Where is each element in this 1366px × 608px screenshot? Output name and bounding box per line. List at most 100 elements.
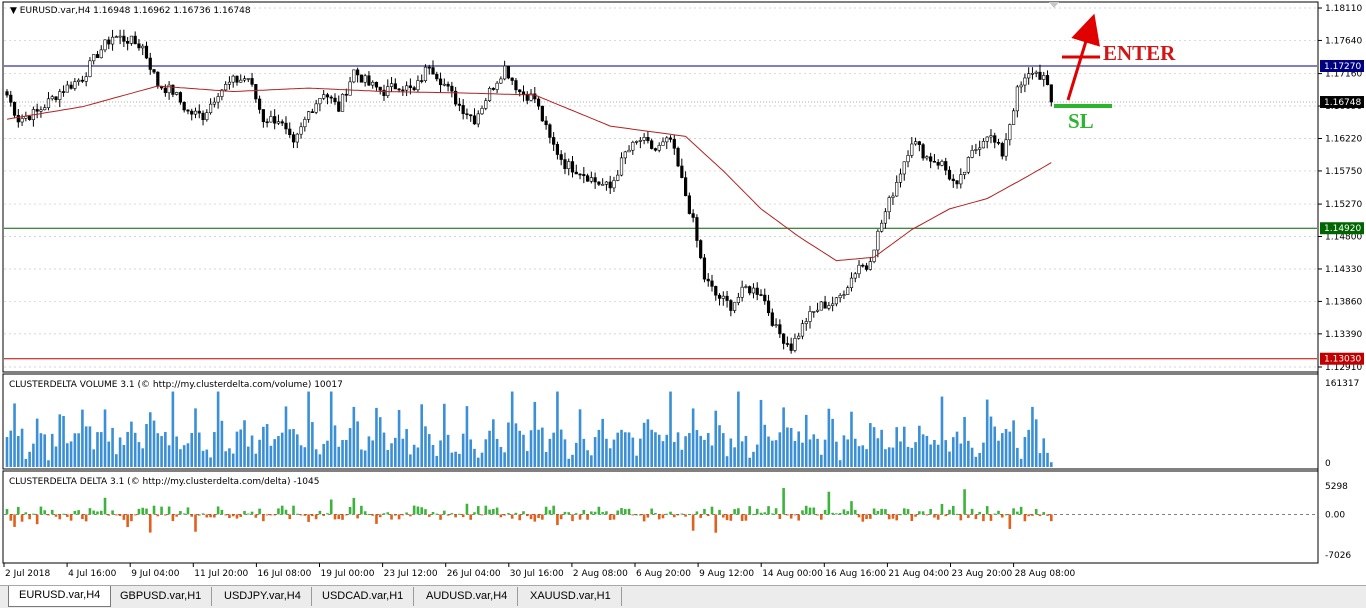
- delta-bar: [525, 514, 529, 517]
- delta-bar: [307, 514, 310, 522]
- delta-bar: [959, 514, 963, 521]
- candle-body: [389, 83, 394, 87]
- volume-bar: [360, 449, 363, 467]
- volume-bar: [450, 452, 454, 467]
- delta-bar: [887, 514, 891, 520]
- volume-bar: [623, 432, 627, 467]
- volume-bar: [1027, 429, 1030, 467]
- candle-body: [12, 102, 17, 116]
- volume-bar: [175, 436, 178, 467]
- delta-bar: [944, 514, 948, 517]
- delta-bar: [695, 511, 699, 515]
- delta-bar: [627, 508, 631, 515]
- delta-bar: [661, 514, 665, 519]
- delta-bar: [182, 513, 186, 515]
- delta-bar: [985, 506, 989, 515]
- candle-body: [714, 286, 718, 296]
- volume-bar: [574, 442, 578, 467]
- delta-bar: [9, 514, 13, 521]
- delta-bar: [292, 505, 295, 515]
- volume-bar: [691, 408, 695, 467]
- tab-usdcad[interactable]: USDCAD.var,H1: [312, 587, 415, 606]
- tab-gbpusd[interactable]: GBPUSD.var,H1: [110, 587, 213, 606]
- delta-bar: [115, 514, 118, 516]
- volume-bar: [537, 429, 540, 467]
- tab-audusd[interactable]: AUDUSD.var,H4: [416, 587, 519, 606]
- delta-bar: [488, 509, 491, 515]
- volume-bar: [326, 440, 329, 467]
- delta-bar: [265, 514, 269, 516]
- candle-body: [118, 35, 122, 38]
- volume-bar: [405, 429, 408, 467]
- delta-bar: [458, 513, 461, 515]
- delta-bar: [190, 514, 194, 517]
- candle-body: [122, 35, 126, 42]
- candle-body: [668, 137, 673, 140]
- candle-body: [46, 98, 51, 109]
- candle-body: [823, 301, 827, 309]
- delta-bar: [378, 514, 382, 518]
- delta-bar: [578, 514, 582, 520]
- candle-body: [107, 39, 111, 45]
- candle-body: [552, 137, 556, 145]
- y-tick-label: 1.13860: [1325, 297, 1362, 307]
- candle-body: [913, 141, 918, 145]
- candle-body: [555, 144, 560, 155]
- price-label-mid-line: 1.14920: [1324, 224, 1361, 234]
- volume-bar: [884, 449, 887, 467]
- candle-body: [1004, 139, 1008, 157]
- delta-bar: [884, 509, 887, 515]
- volume-bar: [940, 396, 944, 467]
- volume-bar: [676, 432, 680, 467]
- volume-bar: [978, 452, 981, 467]
- chart-area[interactable]: 1.181101.176401.171601.166901.162201.157…: [0, 0, 1366, 585]
- candle-body: [774, 324, 778, 326]
- delta-bar: [936, 514, 940, 520]
- volume-bar: [816, 438, 819, 467]
- delta-bar: [835, 513, 838, 515]
- volume-bar: [439, 440, 442, 467]
- delta-bar: [616, 510, 620, 515]
- volume-bar: [182, 445, 186, 467]
- delta-bar: [246, 513, 250, 515]
- delta-bar: [111, 510, 114, 515]
- delta-bar: [160, 506, 163, 515]
- volume-bar: [24, 458, 28, 467]
- delta-bar: [853, 509, 857, 515]
- candle-body: [1027, 73, 1031, 79]
- volume-bar: [906, 446, 910, 467]
- delta-bar: [639, 514, 642, 516]
- delta-bar: [831, 512, 834, 515]
- tab-xauusd[interactable]: XAUUSD.var,H1: [520, 587, 622, 606]
- delta-bar: [480, 514, 484, 516]
- volume-bar: [661, 441, 665, 467]
- delta-bar: [209, 514, 212, 518]
- delta-bar: [510, 514, 514, 519]
- delta-bar: [635, 514, 638, 516]
- volume-bar: [872, 427, 876, 467]
- candle-body: [20, 118, 24, 123]
- delta-bar: [333, 514, 337, 520]
- volume-bar: [66, 443, 69, 467]
- candle-body: [510, 77, 514, 81]
- delta-bar: [605, 511, 608, 515]
- candle-body: [680, 165, 684, 178]
- delta-bar: [28, 514, 31, 520]
- delta-bar: [35, 514, 39, 525]
- tab-eurusd[interactable]: EURUSD.var,H4: [8, 586, 112, 607]
- volume-bar: [510, 391, 514, 467]
- volume-bar: [959, 443, 963, 467]
- candle-body: [582, 174, 586, 176]
- delta-bar: [314, 514, 318, 520]
- candle-body: [544, 120, 548, 126]
- volume-axis-label: 161317: [1325, 379, 1359, 389]
- volume-bar: [9, 430, 13, 467]
- delta-bar: [857, 514, 861, 518]
- candle-body: [39, 109, 43, 112]
- delta-bar: [691, 514, 695, 531]
- delta-bar: [194, 514, 197, 532]
- tab-usdjpy[interactable]: USDJPY.var,H4: [214, 587, 312, 606]
- candle-body: [898, 173, 903, 183]
- volume-bar: [1038, 453, 1042, 467]
- x-tick-label: 4 Jul 16:00: [68, 569, 117, 579]
